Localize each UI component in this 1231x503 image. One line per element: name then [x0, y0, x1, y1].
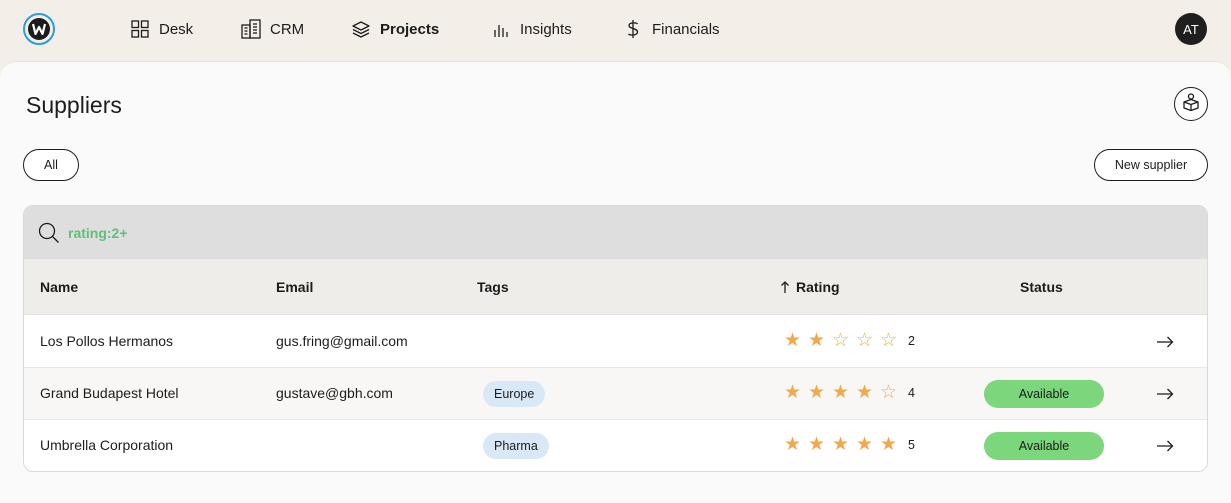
star-empty-icon: ☆ — [856, 330, 874, 351]
rating-stars: ★ ★ ☆ ☆ ☆ 2 — [784, 331, 915, 351]
nav-label-financials: Financials — [652, 20, 720, 38]
suppliers-table: Name Email Tags Rating Status Los Pollos… — [23, 205, 1208, 472]
supplier-name: Umbrella Corporation — [40, 437, 174, 453]
table-row[interactable]: Grand Budapest Hotel gustave@gbh.com Eur… — [24, 368, 1207, 420]
star-empty-icon: ☆ — [880, 382, 898, 403]
filter-all-button[interactable]: All — [23, 149, 79, 181]
tag-badge: Pharma — [483, 433, 549, 459]
star-filled-icon: ★ — [880, 434, 898, 455]
logo-mark-icon — [28, 18, 50, 40]
bar-chart-icon — [491, 19, 511, 39]
column-header-tags[interactable]: Tags — [477, 279, 509, 295]
app-logo[interactable] — [23, 13, 55, 45]
star-filled-icon: ★ — [784, 382, 802, 403]
rating-stars: ★ ★ ★ ★ ★ 5 — [784, 435, 915, 455]
star-filled-icon: ★ — [808, 382, 826, 403]
user-avatar[interactable]: AT — [1175, 13, 1207, 45]
rating-stars: ★ ★ ★ ★ ☆ 4 — [784, 383, 915, 403]
nav-item-projects[interactable]: Projects — [351, 17, 439, 41]
column-header-email[interactable]: Email — [276, 279, 313, 295]
top-navigation: Desk CRM Projects Insights Financials AT — [0, 0, 1231, 60]
nav-item-desk[interactable]: Desk — [130, 17, 193, 41]
arrow-right-icon[interactable] — [1155, 437, 1175, 455]
column-header-rating-label: Rating — [796, 279, 840, 295]
building-icon — [241, 19, 261, 39]
supplier-name: Grand Budapest Hotel — [40, 385, 179, 401]
column-header-rating[interactable]: Rating — [780, 279, 840, 295]
table-header: Name Email Tags Rating Status — [24, 259, 1207, 315]
rating-value: 2 — [908, 334, 915, 348]
star-filled-icon: ★ — [856, 382, 874, 403]
nav-label-desk: Desk — [159, 20, 194, 38]
status-badge: Available — [984, 432, 1104, 460]
main-panel: Suppliers All New supplier Name Email Ta… — [0, 61, 1231, 503]
nav-label-projects: Projects — [380, 20, 440, 38]
new-supplier-button[interactable]: New supplier — [1094, 149, 1208, 181]
nav-item-financials[interactable]: Financials — [623, 17, 720, 41]
layers-icon — [351, 19, 371, 39]
column-header-status[interactable]: Status — [1020, 279, 1063, 295]
star-filled-icon: ★ — [832, 382, 850, 403]
dollar-icon — [623, 19, 643, 39]
search-icon — [38, 222, 60, 249]
status-badge: Available — [984, 380, 1104, 408]
grid-icon — [130, 19, 150, 39]
table-row[interactable]: Umbrella Corporation Pharma ★ ★ ★ ★ ★ 5 Avail… — [24, 420, 1207, 471]
star-filled-icon: ★ — [856, 434, 874, 455]
nav-label-crm: CRM — [270, 20, 305, 38]
import-button[interactable] — [1174, 87, 1208, 121]
star-filled-icon: ★ — [784, 434, 802, 455]
star-filled-icon: ★ — [808, 330, 826, 351]
rating-value: 4 — [908, 386, 915, 400]
nav-label-insights: Insights — [520, 20, 572, 38]
supplier-email: gus.fring@gmail.com — [276, 333, 408, 349]
nav-item-insights[interactable]: Insights — [491, 17, 572, 41]
supplier-email: gustave@gbh.com — [276, 385, 393, 401]
rating-value: 5 — [908, 438, 915, 452]
arrow-right-icon[interactable] — [1155, 333, 1175, 351]
star-filled-icon: ★ — [832, 434, 850, 455]
box-icon — [1181, 92, 1201, 117]
nav-item-crm[interactable]: CRM — [241, 17, 304, 41]
star-empty-icon: ☆ — [832, 330, 850, 351]
sort-ascending-icon — [780, 280, 790, 294]
column-header-name[interactable]: Name — [40, 279, 78, 295]
star-filled-icon: ★ — [808, 434, 826, 455]
search-input[interactable] — [68, 220, 668, 246]
tag-badge: Europe — [483, 381, 546, 407]
page-title: Suppliers — [26, 92, 122, 118]
star-empty-icon: ☆ — [880, 330, 898, 351]
search-bar — [24, 206, 1207, 259]
star-filled-icon: ★ — [784, 330, 802, 351]
arrow-right-icon[interactable] — [1155, 385, 1175, 403]
supplier-name: Los Pollos Hermanos — [40, 333, 174, 349]
table-row[interactable]: Los Pollos Hermanos gus.fring@gmail.com … — [24, 316, 1207, 368]
